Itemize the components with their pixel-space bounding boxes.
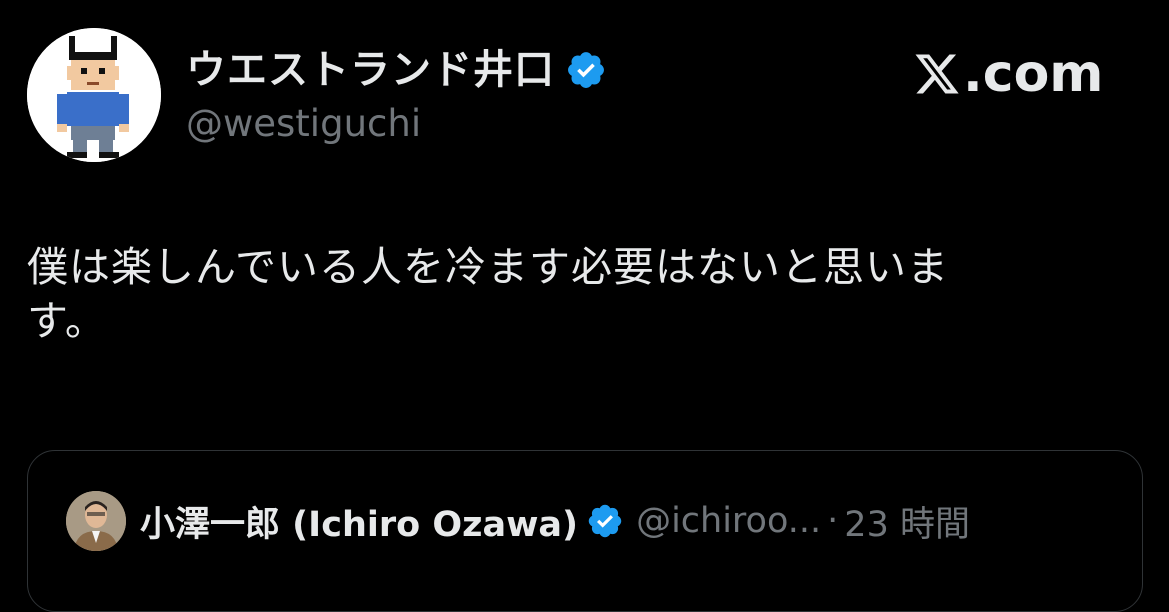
pixel-art-person-avatar-icon xyxy=(27,28,161,162)
author-avatar[interactable] xyxy=(27,28,161,162)
x-brand: .com xyxy=(913,44,1104,104)
brand-label: .com xyxy=(963,44,1104,104)
quoted-tweet-timestamp[interactable]: 23 時間 xyxy=(844,496,970,547)
x-logo-icon xyxy=(915,54,959,94)
profile-photo-avatar-icon xyxy=(66,491,126,551)
quoted-author-handle[interactable]: @ichiroo... xyxy=(636,501,821,541)
quoted-tweet-header: 小澤一郎 (Ichiro Ozawa) @ichiroo... · 23 時間 xyxy=(66,491,970,551)
verified-badge-icon xyxy=(568,52,604,88)
quoted-author-avatar[interactable] xyxy=(66,491,126,551)
author-display-name[interactable]: ウエストランド井口 xyxy=(186,46,555,94)
quoted-author-name[interactable]: 小澤一郎 (Ichiro Ozawa) xyxy=(140,496,578,547)
tweet-text: 僕は楽しんでいる人を冷ます必要はないと思いま す。 xyxy=(27,243,949,345)
quoted-tweet-card[interactable]: 小澤一郎 (Ichiro Ozawa) @ichiroo... · 23 時間 xyxy=(27,450,1143,612)
author-handle[interactable]: @westiguchi xyxy=(186,100,421,148)
separator-dot: · xyxy=(827,501,839,541)
verified-badge-icon xyxy=(588,504,622,538)
author-name-row: ウエストランド井口 xyxy=(186,46,607,94)
